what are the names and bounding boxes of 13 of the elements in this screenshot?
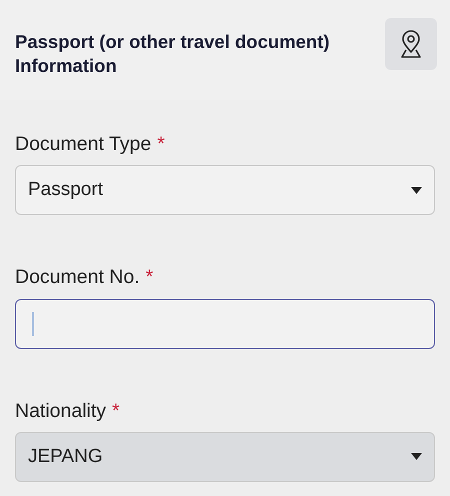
- field-label: Document Type: [15, 132, 152, 157]
- field-label: Document No.: [15, 265, 140, 290]
- required-mark: *: [146, 265, 154, 290]
- dropdown-caret-icon: [411, 453, 422, 460]
- dropdown-caret-icon: [411, 186, 422, 194]
- text-cursor: [32, 312, 34, 336]
- required-mark: *: [157, 132, 165, 157]
- required-mark: *: [112, 398, 120, 424]
- field-label: Nationality: [15, 398, 106, 424]
- select-field[interactable]: Passport: [15, 165, 435, 216]
- input-field[interactable]: [15, 298, 435, 348]
- map-button[interactable]: [385, 18, 437, 70]
- section-title: Passport (or other travel document) Information: [15, 30, 331, 78]
